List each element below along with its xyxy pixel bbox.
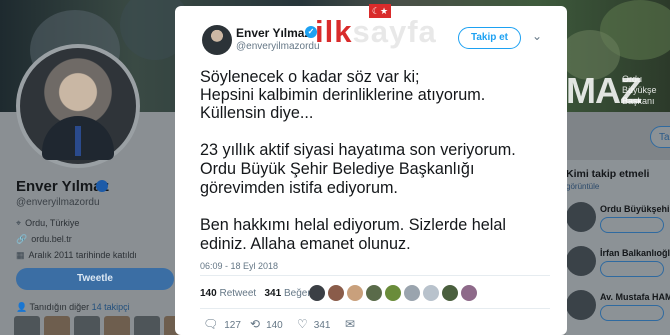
banner-text-line: Büyükşe [622, 85, 657, 95]
mutual-avatar[interactable] [44, 316, 70, 335]
watermark-part2: sayfa [352, 14, 437, 49]
retweet-action-count: 140 [266, 320, 283, 331]
tweet-to-button[interactable]: Tweetle [16, 268, 174, 290]
suggestion-row[interactable]: İrfan Balkanlıoğlu [566, 246, 670, 280]
tweet-text-line: Küllensin diye... [200, 104, 314, 122]
retweet-button[interactable]: ⟲ 140 [250, 317, 283, 331]
tweet-text-line: ediniz. Allaha emanet olunuz. [200, 235, 411, 253]
suggestion-name[interactable]: İrfan Balkanlıoğlu [600, 248, 670, 258]
liker-avatar[interactable] [404, 285, 420, 301]
suggestion-avatar[interactable] [566, 246, 596, 276]
mutual-avatars [14, 316, 190, 335]
watermark-logo: ilksayfa [315, 14, 437, 54]
liker-avatar[interactable] [347, 285, 363, 301]
liker-avatar[interactable] [328, 285, 344, 301]
heart-icon: ♡ [297, 317, 308, 331]
mutual-avatar[interactable] [14, 316, 40, 335]
banner-text-line: Başkanı [622, 96, 655, 106]
tweet-text-line: Ordu Büyük Şehir Belediye Başkanlığı [200, 160, 475, 178]
verified-badge-icon [96, 180, 108, 192]
who-to-follow-subtitle[interactable]: görüntüle [566, 182, 599, 191]
reply-button[interactable]: 🗨 127 [203, 317, 241, 331]
tweet-text-line: Söylenecek o kadar söz var ki; [200, 68, 420, 86]
watermark-part1: ilk [315, 14, 353, 49]
who-to-follow-title: Kimi takip etmeli [566, 168, 650, 180]
tweet-text-line: 23 yıllık aktif siyasi hayatıma son veri… [200, 141, 516, 159]
avatar-tie [75, 126, 81, 156]
like-action-count: 341 [313, 320, 331, 331]
mutual-avatar[interactable] [74, 316, 100, 335]
profile-handle[interactable]: @enveryilmazordu [16, 197, 100, 208]
profile-website[interactable]: 🔗 ordu.bel.tr [16, 234, 72, 245]
mutual-avatar[interactable] [104, 316, 130, 335]
mutual-icon: 👤 [16, 302, 30, 312]
profile-joined-text: Aralık 2011 tarihinde katıldı [28, 250, 137, 260]
suggestion-follow-button[interactable] [600, 305, 664, 321]
mutual-link[interactable]: 14 takipçi [92, 302, 130, 312]
profile-joined: ▦ Aralık 2011 tarihinde katıldı [16, 250, 137, 261]
profile-location-text: Ordu, Türkiye [25, 218, 80, 228]
retweet-icon: ⟲ [250, 317, 261, 331]
suggestion-row[interactable]: Ordu Büyükşehir [566, 202, 670, 236]
envelope-icon: ✉ [345, 317, 356, 331]
follow-button[interactable]: Ta [650, 126, 670, 148]
profile-avatar[interactable] [16, 44, 140, 168]
suggestion-row[interactable]: Av. Mustafa HAM [566, 290, 670, 324]
liker-avatar[interactable] [309, 285, 325, 301]
tweet-author-avatar[interactable] [202, 25, 232, 55]
calendar-icon: ▦ [16, 250, 25, 260]
suggestion-name[interactable]: Ordu Büyükşehir [600, 204, 670, 214]
message-button[interactable]: ✉ [345, 317, 361, 331]
tweet-text-line: Hepsini kalbimin derinliklerine atıyorum… [200, 86, 486, 104]
tweet-author-handle[interactable]: @enveryilmazordu [236, 41, 320, 52]
mutual-avatar[interactable] [134, 316, 160, 335]
divider [200, 308, 550, 309]
chevron-down-icon[interactable]: ⌄ [532, 29, 542, 43]
mutual-followers[interactable]: 👤 Tanıdığın diğer 14 takipçi [16, 302, 130, 313]
link-icon: 🔗 [16, 234, 28, 244]
retweet-label: Retweet [219, 288, 257, 299]
location-pin-icon: ⌖ [16, 218, 22, 228]
suggestion-avatar[interactable] [566, 202, 596, 232]
like-count[interactable]: 341 [265, 288, 282, 299]
tweet-stats[interactable]: 140 Retweet 341 Beğeni [200, 288, 315, 299]
liker-avatar[interactable] [423, 285, 439, 301]
divider [200, 275, 550, 276]
liker-avatar[interactable] [461, 285, 477, 301]
suggestion-name[interactable]: Av. Mustafa HAM [600, 292, 670, 302]
tweet-text-line: Ben hakkımı helal ediyorum. Sizlerde hel… [200, 216, 506, 234]
follow-button-label: Ta [659, 132, 670, 143]
suggestion-follow-button[interactable] [600, 217, 664, 233]
reply-icon: 🗨 [203, 317, 219, 331]
profile-website-text[interactable]: ordu.bel.tr [31, 234, 72, 244]
liker-avatar[interactable] [385, 285, 401, 301]
like-button[interactable]: ♡ 341 [297, 317, 330, 331]
reply-count: 127 [224, 320, 241, 331]
profile-location: ⌖ Ordu, Türkiye [16, 218, 79, 229]
suggestion-avatar[interactable] [566, 290, 596, 320]
suggestion-follow-button[interactable] [600, 261, 664, 277]
tweet-timestamp[interactable]: 06:09 - 18 Eyl 2018 [200, 261, 278, 271]
banner-text-line: Ordu [622, 74, 643, 84]
liker-avatar[interactable] [442, 285, 458, 301]
mutual-prefix: Tanıdığın diğer [29, 302, 90, 312]
liker-avatars [309, 285, 477, 301]
retweet-count[interactable]: 140 [200, 288, 217, 299]
tweet-author-name[interactable]: Enver Yılmaz [236, 26, 310, 40]
follow-button[interactable]: Takip et [458, 27, 521, 49]
tweet-text-line: görevimden istifa ediyorum. [200, 179, 398, 197]
liker-avatar[interactable] [366, 285, 382, 301]
